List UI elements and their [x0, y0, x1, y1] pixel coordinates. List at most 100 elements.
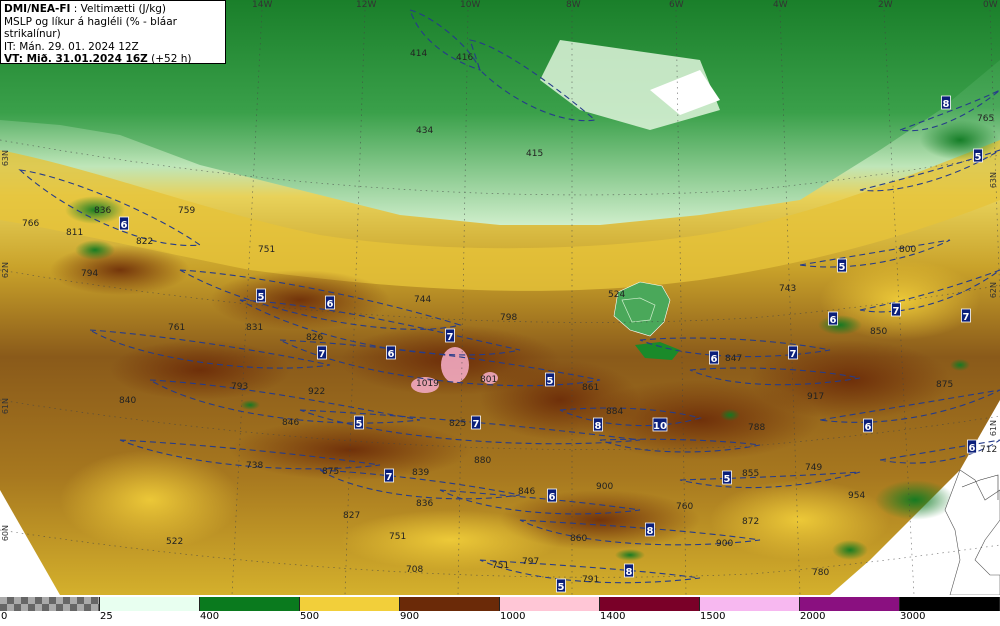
cape-value: 822	[136, 237, 153, 247]
cape-value: 826	[306, 333, 323, 343]
hail-prob-box: 5	[837, 258, 847, 273]
svg-text:8: 8	[595, 421, 602, 432]
hail-prob-box: 5	[722, 470, 732, 485]
svg-text:7: 7	[319, 349, 326, 360]
svg-text:5: 5	[547, 376, 554, 387]
cape-value: 524	[608, 290, 625, 300]
cape-value: 880	[474, 456, 491, 466]
cape-value: 875	[322, 467, 339, 477]
legend-swatch	[300, 597, 400, 611]
legend-label: 1400	[600, 611, 626, 622]
cape-value: 839	[412, 468, 429, 478]
legend-label: 900	[400, 611, 420, 622]
legend-label: 400	[200, 611, 220, 622]
info-line-4: VT: Mið. 31.01.2024 16Z (+52 h)	[4, 53, 225, 66]
svg-text:8: 8	[647, 526, 654, 537]
cape-value: 917	[807, 392, 824, 402]
info-line-2: MSLP og líkur á hagléli (% - bláar strik…	[4, 15, 177, 41]
svg-text:5: 5	[258, 292, 265, 303]
hail-prob-box: 7	[384, 468, 394, 483]
hail-prob-box: 5	[354, 415, 364, 430]
cape-value: 836	[94, 206, 111, 216]
hail-prob-box: 8	[645, 522, 655, 537]
cape-value: 861	[582, 383, 599, 393]
cape-value: 708	[406, 565, 423, 575]
hail-prob-box: 8	[624, 563, 634, 578]
hail-prob-box: 5	[556, 578, 566, 593]
hail-prob-box: 6	[119, 216, 129, 231]
hail-prob-box: 7	[445, 328, 455, 343]
svg-text:7: 7	[447, 332, 454, 343]
svg-text:5: 5	[558, 582, 565, 593]
legend-swatch	[800, 597, 900, 611]
lon-label: 0W	[983, 0, 998, 10]
info-line-1: DMI/NEA-FI : Veltimætti (J/kg)	[4, 3, 225, 16]
cape-value: 434	[416, 126, 433, 136]
svg-text:6: 6	[327, 299, 334, 310]
cape-value: 794	[81, 269, 98, 279]
cape-value: 800	[899, 245, 916, 255]
legend-label: 25	[100, 611, 113, 622]
svg-text:5: 5	[975, 152, 982, 163]
cape-value: 872	[742, 517, 759, 527]
hail-prob-box: 6	[828, 311, 838, 326]
cape-value: 1019	[416, 379, 439, 389]
legend-swatch	[600, 597, 700, 611]
cape-value: 744	[414, 295, 431, 305]
hail-prob-box: 6	[967, 439, 977, 454]
svg-text:6: 6	[549, 492, 556, 503]
legend-swatch	[400, 597, 500, 611]
lon-label: 8W	[566, 0, 581, 10]
cape-map: 414 4164344157597668118368227947447985247…	[0, 0, 1000, 595]
lon-label: 14W	[252, 0, 273, 10]
cape-value: 760	[676, 502, 693, 512]
hail-prob-box: 7	[891, 302, 901, 317]
hail-prob-box: 7	[788, 345, 798, 360]
hail-prob-box: 7	[961, 308, 971, 323]
cape-value: 811	[66, 228, 83, 238]
model-name: DMI/NEA-FI	[4, 3, 71, 15]
cape-value: 801	[480, 375, 497, 385]
cape-value: 840	[119, 396, 136, 406]
cape-value: 761	[168, 323, 185, 333]
hail-prob-box: 6	[709, 350, 719, 365]
legend-swatch	[100, 597, 200, 611]
hail-prob-box: 5	[545, 372, 555, 387]
lon-label: 12W	[356, 0, 377, 10]
cape-value: 751	[492, 561, 509, 571]
svg-text:10: 10	[653, 421, 667, 432]
cape-value: 827	[343, 511, 360, 521]
legend-swatch	[900, 597, 1000, 611]
hail-prob-box: 7	[471, 415, 481, 430]
cape-value: 922	[308, 387, 325, 397]
cape-value: 780	[812, 568, 829, 578]
lat-label: 61N	[989, 420, 998, 437]
lon-label: 10W	[460, 0, 481, 10]
hail-prob-box: 8	[593, 417, 603, 432]
hail-prob-box: 6	[547, 488, 557, 503]
legend-swatch	[200, 597, 300, 611]
legend-label: 0	[1, 611, 8, 622]
cape-value: 836	[416, 499, 433, 509]
cape-value: 416	[456, 53, 473, 63]
lat-label: 61N	[1, 398, 10, 415]
cape-value: 743	[779, 284, 796, 294]
svg-text:6: 6	[711, 354, 718, 365]
cape-value: 797	[522, 557, 539, 567]
svg-text:7: 7	[790, 349, 797, 360]
svg-text:7: 7	[473, 419, 480, 430]
cape-value: 825	[449, 419, 466, 429]
cape-value: 415	[526, 149, 543, 159]
svg-text:5: 5	[356, 419, 363, 430]
lat-label: 63N	[989, 172, 998, 189]
svg-text:6: 6	[830, 315, 837, 326]
lat-label: 60N	[1, 525, 10, 542]
hail-prob-box: 6	[386, 345, 396, 360]
svg-text:7: 7	[963, 312, 970, 323]
legend-label: 1000	[500, 611, 526, 622]
cape-value: 522	[166, 537, 183, 547]
cape-value: 850	[870, 327, 887, 337]
hail-prob-box: 6	[863, 418, 873, 433]
field-name: : Veltimætti (J/kg)	[70, 3, 167, 15]
lead-time: (+52 h)	[147, 53, 192, 66]
